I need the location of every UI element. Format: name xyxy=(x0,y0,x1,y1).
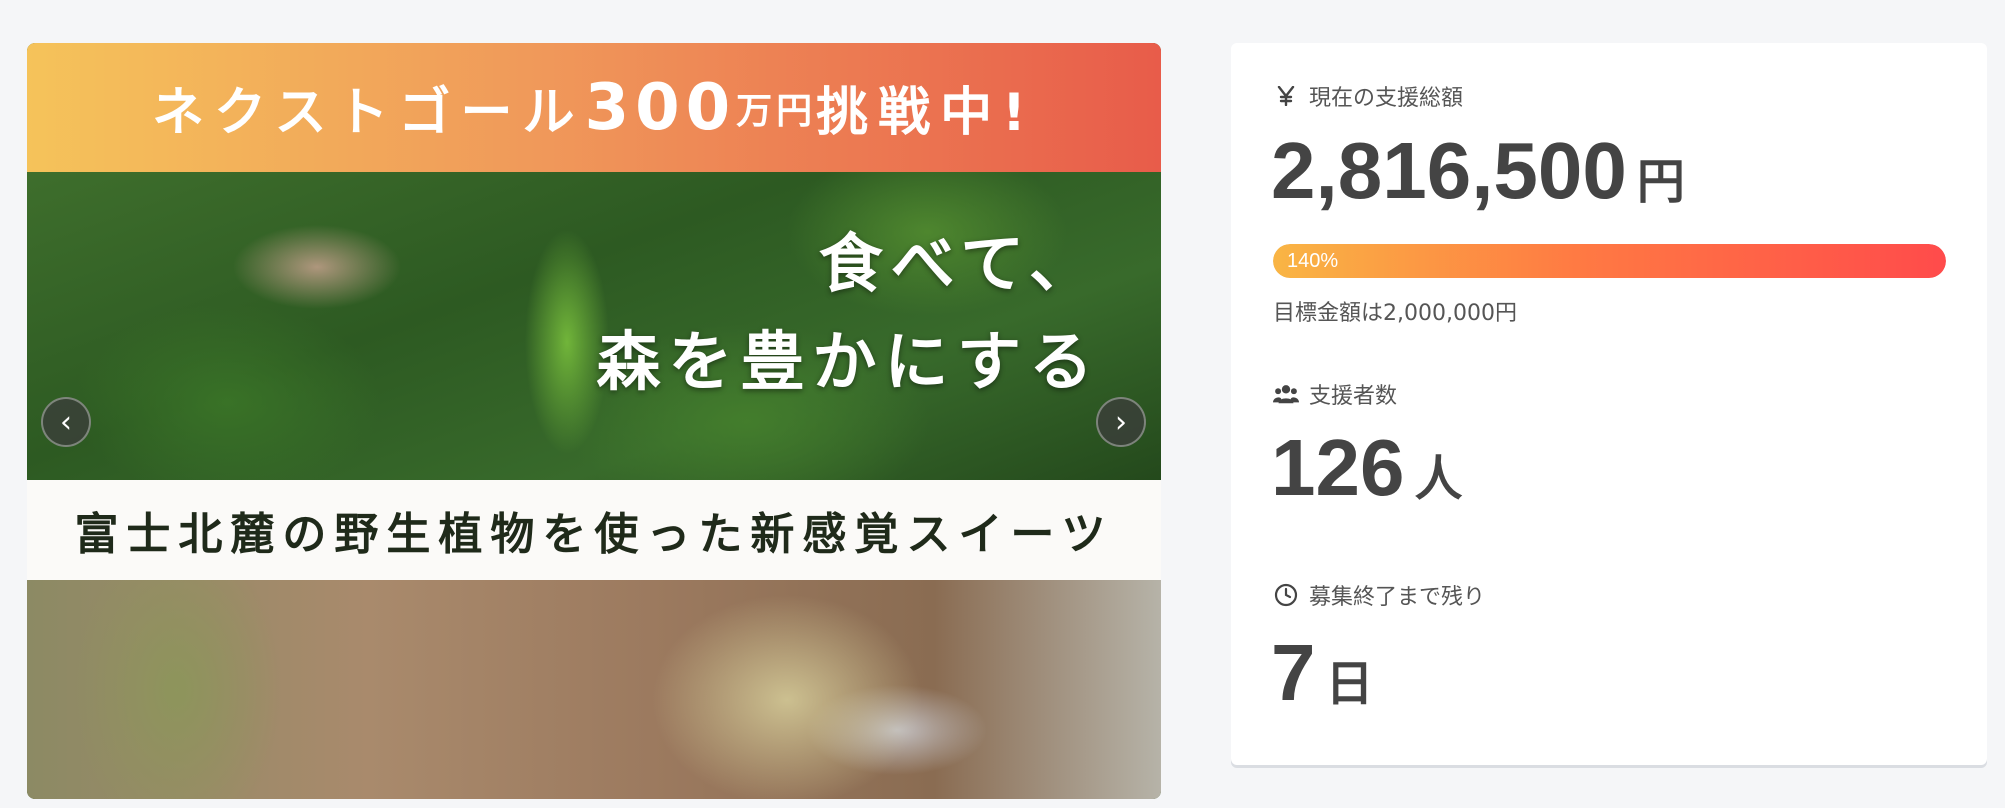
people-icon xyxy=(1273,381,1299,407)
funding-progress-fill xyxy=(1273,244,1946,278)
goal-amount-text: 目標金額は2,000,000円 xyxy=(1273,301,1517,326)
supporters-value: 126 xyxy=(1271,423,1405,512)
funding-stats-card: 現在の支援総額 2,816,500 円 140% 目標金額は2,000,000円… xyxy=(1231,43,1987,765)
total-amount-value: 2,816,500 xyxy=(1271,126,1627,215)
next-goal-amount: 300 xyxy=(584,70,737,145)
funding-progress-percent: 140% xyxy=(1287,250,1339,272)
next-goal-prefix: ネクストゴール xyxy=(152,83,585,143)
total-amount: 2,816,500 円 xyxy=(1271,131,1685,212)
next-goal-unit: 万円 xyxy=(736,90,817,132)
next-goal-suffix: 挑戦中! xyxy=(816,83,1036,143)
project-subtitle: 富士北麓の野生植物を使った新感覚スイーツ xyxy=(27,480,1161,580)
yen-icon xyxy=(1273,83,1299,109)
sweets-jar-photo xyxy=(27,580,1161,799)
chevron-right-icon: › xyxy=(1115,405,1127,440)
remaining-days: 7 日 xyxy=(1271,633,1374,714)
remaining-label-row: 募集終了まで残り xyxy=(1273,579,1485,611)
chevron-left-icon: ‹ xyxy=(60,405,72,440)
carousel-next-button[interactable]: › xyxy=(1096,397,1146,447)
supporters-unit: 人 xyxy=(1414,453,1463,506)
supporters-count: 126 人 xyxy=(1271,428,1463,509)
supporters-label-row: 支援者数 xyxy=(1273,378,1397,410)
remaining-label: 募集終了まで残り xyxy=(1309,585,1486,610)
total-amount-label-row: 現在の支援総額 xyxy=(1273,80,1463,112)
next-goal-banner: ネクストゴール 300 万円 挑戦中! xyxy=(27,43,1161,172)
total-amount-label: 現在の支援総額 xyxy=(1309,86,1464,111)
supporters-label: 支援者数 xyxy=(1309,384,1398,409)
remaining-value: 7 xyxy=(1271,628,1316,717)
remaining-unit: 日 xyxy=(1325,658,1374,711)
total-amount-unit: 円 xyxy=(1636,156,1685,209)
tagline-line-1: 食べて、 xyxy=(818,228,1101,302)
clock-icon xyxy=(1273,582,1299,608)
project-image-carousel: ネクストゴール 300 万円 挑戦中! 食べて、 森を豊かにする 富士北麓の野生… xyxy=(27,43,1161,799)
tagline-line-2: 森を豊かにする xyxy=(596,326,1101,400)
carousel-prev-button[interactable]: ‹ xyxy=(41,397,91,447)
funding-progress-bar: 140% xyxy=(1273,244,1946,278)
